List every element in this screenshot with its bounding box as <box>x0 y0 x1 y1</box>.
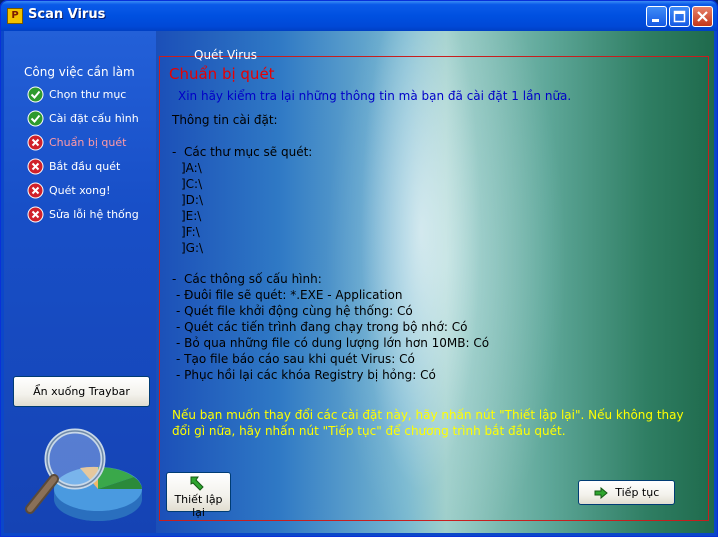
x-circle-icon <box>27 206 44 223</box>
check-circle-icon <box>27 110 44 127</box>
reset-settings-button[interactable]: Thiết lập lại <box>166 472 231 519</box>
maximize-button[interactable] <box>669 6 690 27</box>
task-label: Sửa lỗi hệ thống <box>49 208 139 221</box>
change-settings-note: Nếu bạn muốn thay đổi các cài đặt này, h… <box>172 408 684 438</box>
back-arrow-icon <box>190 476 204 491</box>
window-title: Scan Virus <box>28 7 106 22</box>
arrow-right-icon <box>594 487 608 499</box>
client-area: Công việc cần làm Chọn thư mục Cài đặt c… <box>4 31 714 533</box>
folder-item: ]G:\ <box>181 241 204 255</box>
config-item: - Đuôi file sẽ quét: *.EXE - Application <box>176 288 403 302</box>
continue-button[interactable]: Tiếp tục <box>578 480 675 505</box>
close-icon <box>697 11 708 22</box>
config-item: - Quét các tiến trình đang chạy trong bộ… <box>176 320 468 334</box>
config-item: - Phục hồi lại các khóa Registry bị hỏng… <box>176 368 436 382</box>
config-item: - Quét file khởi động cùng hệ thống: Có <box>176 304 413 318</box>
minimize-icon <box>652 19 659 22</box>
config-title: - Các thông số cấu hình: <box>172 272 322 286</box>
x-circle-icon <box>27 134 44 151</box>
scan-virus-window: P Scan Virus Công việc cần làm Chọn thư … <box>0 0 718 537</box>
tasks-heading: Công việc cần làm <box>24 65 135 79</box>
step-heading: Chuẩn bị quét <box>169 65 275 83</box>
task-label: Quét xong! <box>49 184 111 197</box>
folder-item: ]C:\ <box>181 177 203 191</box>
config-item: - Bỏ qua những file có dung lượng lớn hơ… <box>176 336 490 350</box>
x-circle-icon <box>27 182 44 199</box>
group-title: Quét Virus <box>194 48 258 62</box>
minimize-button[interactable] <box>646 6 667 27</box>
x-circle-icon <box>27 158 44 175</box>
task-label: Cài đặt cấu hình <box>49 112 139 125</box>
folder-item: ]A:\ <box>181 161 202 175</box>
maximize-icon <box>673 10 686 23</box>
task-label: Chuẩn bị quét <box>49 136 127 149</box>
task-label: Chọn thư mục <box>49 88 127 101</box>
folder-item: ]F:\ <box>181 225 200 239</box>
task-label: Bắt đầu quét <box>49 160 121 173</box>
magnifier-pie-chart-icon <box>25 428 142 521</box>
settings-title: Thông tin cài đặt: <box>172 113 278 127</box>
hide-to-tray-button[interactable]: Ẩn xuống Traybar <box>13 376 150 407</box>
close-button[interactable] <box>692 6 713 27</box>
config-item: - Tạo file báo cáo sau khi quét Virus: C… <box>176 352 415 366</box>
folder-item: ]D:\ <box>181 193 204 207</box>
folders-title: - Các thư mục sẽ quét: <box>172 145 313 159</box>
folder-item: ]E:\ <box>181 209 202 223</box>
check-circle-icon <box>27 86 44 103</box>
continue-button-label: Tiếp tục <box>615 486 660 499</box>
app-icon: P <box>7 8 23 24</box>
intro-text: Xin hãy kiểm tra lại những thông tin mà … <box>178 89 572 103</box>
title-bar[interactable]: P Scan Virus <box>1 1 717 31</box>
